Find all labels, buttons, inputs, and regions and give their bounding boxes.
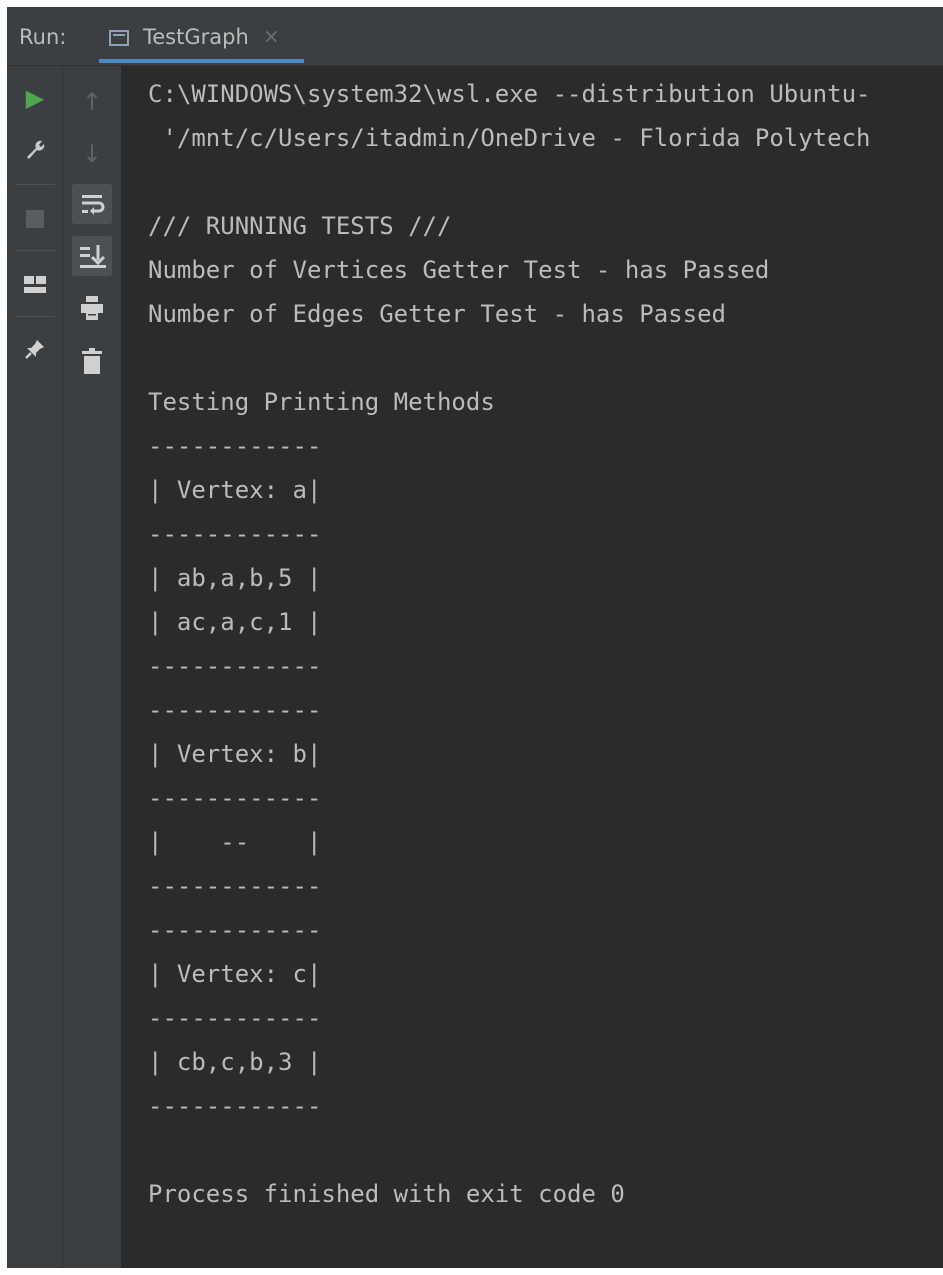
tab-testgraph[interactable]: TestGraph × <box>99 13 304 63</box>
console-line: | ac,a,c,1 | <box>148 608 322 636</box>
console-line: Process finished with exit code 0 <box>148 1180 625 1208</box>
print-icon[interactable] <box>72 296 112 326</box>
console-line: ------------ <box>148 784 322 812</box>
scroll-to-end-icon <box>80 245 106 268</box>
stop-icon[interactable] <box>15 206 55 234</box>
console-line: C:\WINDOWS\system32\wsl.exe --distributi… <box>148 80 871 108</box>
console-line: '/mnt/c/Users/itadmin/OneDrive - Florida… <box>148 124 871 152</box>
console-line: | ab,a,b,5 | <box>148 564 322 592</box>
console-line: /// RUNNING TESTS /// <box>148 212 452 240</box>
up-arrow-icon[interactable]: ↑ <box>72 88 112 116</box>
console-line: ------------ <box>148 432 322 460</box>
soft-wrap-icon <box>82 195 105 215</box>
rerun-icon[interactable]: ▶ <box>15 84 55 112</box>
console-line: ------------ <box>148 872 322 900</box>
console-line: | Vertex: c| <box>148 960 322 988</box>
console-icon <box>109 30 129 46</box>
trash-icon[interactable] <box>72 348 112 380</box>
console-line: | cb,c,b,3 | <box>148 1048 322 1076</box>
close-icon[interactable]: × <box>263 24 280 48</box>
console-line: ------------ <box>148 696 322 724</box>
console-line: ------------ <box>148 1004 322 1032</box>
soft-wrap-button[interactable] <box>72 184 112 224</box>
wrench-icon[interactable] <box>15 138 55 166</box>
console-output[interactable]: C:\WINDOWS\system32\wsl.exe --distributi… <box>122 66 943 1268</box>
console-line: Number of Vertices Getter Test - has Pas… <box>148 256 770 284</box>
layout-icon[interactable] <box>15 272 55 300</box>
console-line: | -- | <box>148 828 322 856</box>
console-line: | Vertex: a| <box>148 476 322 504</box>
console-line: ------------ <box>148 1092 322 1120</box>
run-tool-window: Run: TestGraph × ▶ ↑ ↓ C:\WINDOWS\system… <box>7 7 943 1268</box>
run-label: Run: <box>19 25 67 49</box>
console-line: ------------ <box>148 916 322 944</box>
left-toolbar: ▶ <box>7 66 63 1268</box>
console-line: ------------ <box>148 652 322 680</box>
console-line: | Vertex: b| <box>148 740 322 768</box>
scroll-to-end-button[interactable] <box>72 236 112 276</box>
console-line: Number of Edges Getter Test - has Passed <box>148 300 726 328</box>
right-toolbar: ↑ ↓ <box>63 66 121 1268</box>
tab-title: TestGraph <box>143 25 249 49</box>
down-arrow-icon[interactable]: ↓ <box>72 140 112 168</box>
console-line: ------------ <box>148 520 322 548</box>
console-line: Testing Printing Methods <box>148 388 495 416</box>
run-tool-window-header: Run: TestGraph × <box>7 7 943 66</box>
pin-icon[interactable] <box>15 338 55 366</box>
